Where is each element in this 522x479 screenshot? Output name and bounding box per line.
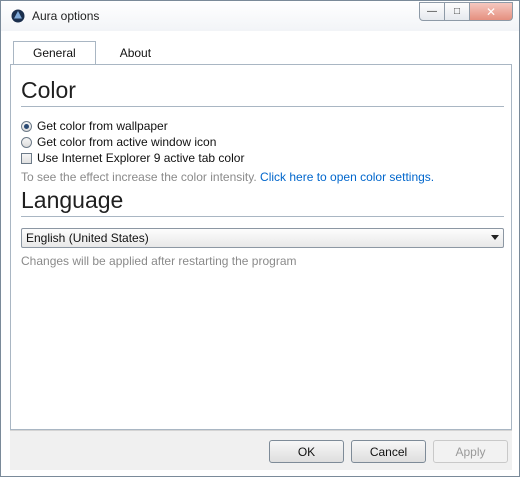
tab-about[interactable]: About xyxy=(100,42,171,63)
client-area: General About Color Get color from wallp… xyxy=(1,31,519,476)
apply-button[interactable]: Apply xyxy=(433,440,508,463)
cancel-button[interactable]: Cancel xyxy=(351,440,426,463)
language-section-title: Language xyxy=(21,187,124,213)
radio-wallpaper-label: Get color from wallpaper xyxy=(37,119,168,133)
language-divider xyxy=(21,216,504,217)
app-icon xyxy=(11,9,25,23)
open-color-settings-link[interactable]: Click here to open color settings. xyxy=(260,170,434,184)
language-select[interactable]: English (United States) xyxy=(21,228,504,248)
general-panel: Color Get color from wallpaper Get color… xyxy=(10,64,512,430)
color-hint-text: To see the effect increase the color int… xyxy=(21,170,257,184)
dropdown-arrow-icon xyxy=(491,235,499,240)
window-controls: — □ ✕ xyxy=(419,2,513,21)
language-select-value: English (United States) xyxy=(26,231,149,245)
language-note: Changes will be applied after restarting… xyxy=(21,254,297,268)
radio-active-window-icon-label: Get color from active window icon xyxy=(37,135,217,149)
window-title: Aura options xyxy=(32,9,100,23)
tab-general[interactable]: General xyxy=(13,41,96,64)
close-icon: ✕ xyxy=(485,4,497,19)
ie9-tab-color-checkbox[interactable]: Use Internet Explorer 9 active tab color xyxy=(21,151,244,165)
tab-strip: General About xyxy=(13,41,171,65)
minimize-button[interactable]: — xyxy=(419,2,445,21)
ok-button[interactable]: OK xyxy=(269,440,344,463)
aura-options-window: Aura options — □ ✕ General About Color G… xyxy=(0,0,520,477)
minimize-icon: — xyxy=(427,6,437,17)
close-button[interactable]: ✕ xyxy=(470,2,513,21)
ie9-checkbox-box[interactable] xyxy=(21,152,32,164)
maximize-button[interactable]: □ xyxy=(445,2,470,21)
color-divider xyxy=(21,106,504,107)
radio-wallpaper-button[interactable] xyxy=(21,120,32,132)
color-hint: To see the effect increase the color int… xyxy=(21,170,434,184)
ie9-checkbox-label: Use Internet Explorer 9 active tab color xyxy=(37,151,245,165)
title-bar[interactable]: Aura options — □ ✕ xyxy=(1,1,519,31)
button-bar: OK Cancel Apply xyxy=(10,430,512,470)
radio-active-window-icon[interactable]: Get color from active window icon xyxy=(21,135,216,149)
color-section-title: Color xyxy=(21,77,76,103)
radio-wallpaper[interactable]: Get color from wallpaper xyxy=(21,119,168,133)
radio-active-window-icon-button[interactable] xyxy=(21,136,32,148)
maximize-icon: □ xyxy=(453,6,461,17)
